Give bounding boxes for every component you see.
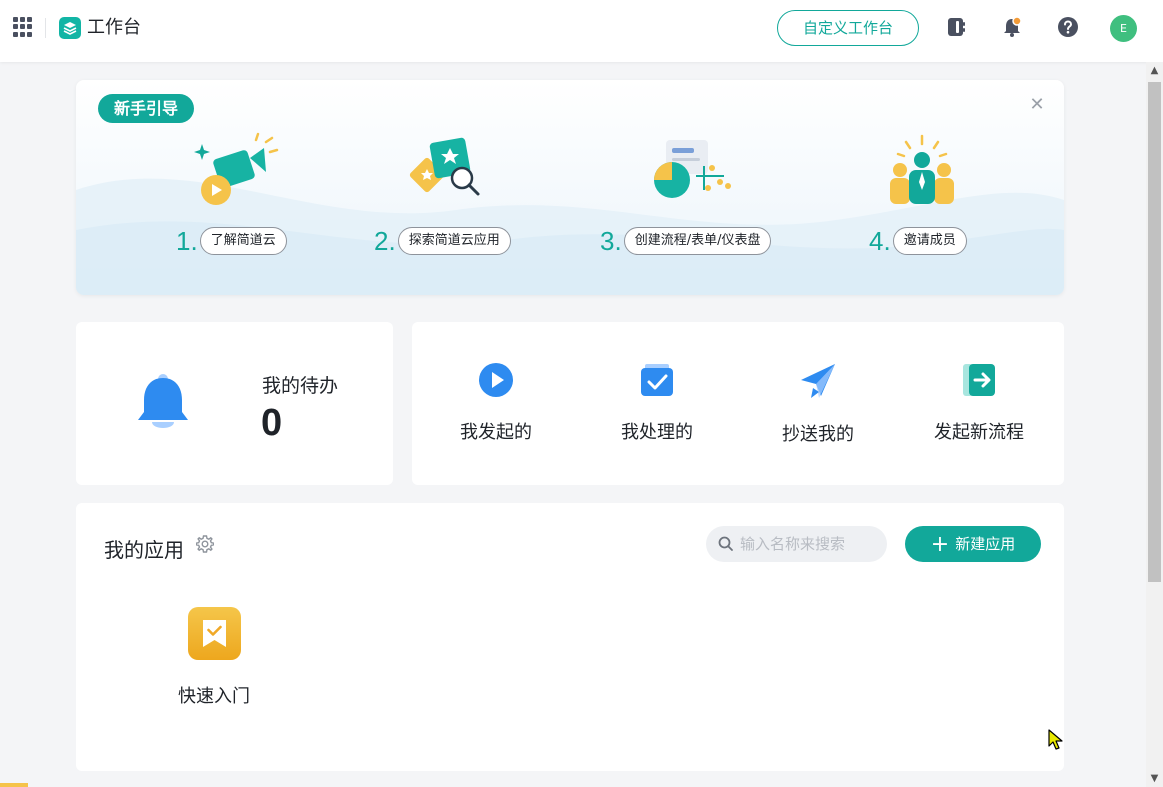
plus-icon: + bbox=[930, 532, 950, 557]
bell-icon[interactable] bbox=[1001, 16, 1023, 38]
new-app-label: 新建应用 bbox=[955, 535, 1016, 553]
guide-step-number: 4. bbox=[869, 226, 891, 256]
start-new-flow-button[interactable]: 发起新流程 bbox=[899, 362, 1059, 444]
action-label: 发起新流程 bbox=[934, 422, 1024, 443]
my-initiated-button[interactable]: 我发起的 bbox=[416, 362, 576, 444]
user-avatar[interactable]: E bbox=[1110, 15, 1137, 42]
top-bar: 工作台 自定义工作台 E bbox=[0, 0, 1163, 62]
paper-plane-icon bbox=[801, 364, 835, 398]
bottom-accent-bar bbox=[0, 783, 28, 787]
guide-badge: 新手引导 bbox=[98, 94, 194, 123]
action-label: 我处理的 bbox=[621, 422, 693, 443]
my-todo-card[interactable]: 我的待办 0 bbox=[76, 322, 393, 485]
close-icon[interactable]: ✕ bbox=[1028, 96, 1046, 114]
mouse-cursor-icon bbox=[1048, 729, 1063, 750]
app-tile-label: 快速入门 bbox=[178, 686, 250, 707]
app-search-input[interactable] bbox=[740, 533, 880, 555]
help-icon[interactable] bbox=[1057, 16, 1079, 38]
bookmark-check-icon bbox=[187, 607, 241, 660]
action-label: 我发起的 bbox=[460, 422, 532, 443]
guide-step-label: 邀请成员 bbox=[892, 227, 967, 255]
my-apps-card: 我的应用 + 新建应用 快速入门 bbox=[76, 503, 1064, 771]
address-book-icon[interactable] bbox=[945, 16, 967, 38]
check-box-icon bbox=[641, 364, 673, 396]
video-camera-illustration-icon bbox=[194, 132, 279, 205]
guide-step-number: 1. bbox=[176, 226, 198, 256]
guide-step-label: 创建流程/表单/仪表盘 bbox=[623, 227, 772, 255]
workspace-logo-icon bbox=[59, 17, 81, 39]
scroll-thumb[interactable] bbox=[1148, 82, 1161, 582]
guide-step-learn[interactable]: 1. 了解简道云 bbox=[176, 226, 287, 256]
process-actions-card: 我发起的 我处理的 抄送我的 发起新流程 bbox=[412, 322, 1064, 485]
scroll-down-arrow-icon[interactable]: ▼ bbox=[1146, 770, 1163, 787]
guide-step-number: 2. bbox=[374, 226, 396, 256]
play-circle-icon bbox=[479, 363, 513, 397]
search-icon bbox=[718, 536, 733, 551]
customize-workspace-button[interactable]: 自定义工作台 bbox=[777, 10, 919, 46]
cc-to-me-button[interactable]: 抄送我的 bbox=[738, 362, 898, 446]
onboarding-guide-card: 新手引导 ✕ 1. 了解简道云 2. 探索简道云应用 3. 创建流程/表单/仪表… bbox=[76, 80, 1064, 295]
new-app-button[interactable]: + 新建应用 bbox=[905, 526, 1041, 562]
my-processed-button[interactable]: 我处理的 bbox=[577, 362, 737, 444]
guide-step-create[interactable]: 3. 创建流程/表单/仪表盘 bbox=[600, 226, 772, 256]
page-scrollbar[interactable]: ▲ ▼ bbox=[1146, 62, 1163, 787]
todo-label: 我的待办 bbox=[262, 375, 339, 397]
apps-grid-icon[interactable] bbox=[13, 17, 33, 37]
apps-title: 我的应用 bbox=[104, 538, 184, 562]
invite-members-illustration-icon bbox=[890, 134, 954, 204]
bell-icon bbox=[138, 374, 188, 428]
header-divider bbox=[45, 18, 46, 38]
guide-step-label: 了解简道云 bbox=[199, 227, 287, 255]
app-search-box[interactable] bbox=[706, 526, 887, 562]
enter-flow-icon bbox=[963, 364, 995, 396]
guide-step-label: 探索简道云应用 bbox=[397, 227, 511, 255]
explore-apps-illustration-icon bbox=[409, 137, 480, 196]
todo-count: 0 bbox=[261, 402, 283, 444]
action-label: 抄送我的 bbox=[782, 424, 854, 445]
scroll-up-arrow-icon[interactable]: ▲ bbox=[1146, 62, 1163, 79]
guide-step-explore[interactable]: 2. 探索简道云应用 bbox=[374, 226, 511, 256]
app-title: 工作台 bbox=[87, 17, 141, 38]
create-flow-illustration-icon bbox=[654, 140, 731, 198]
guide-step-number: 3. bbox=[600, 226, 622, 256]
guide-step-invite[interactable]: 4. 邀请成员 bbox=[869, 226, 967, 256]
app-tile-quick-start[interactable]: 快速入门 bbox=[176, 605, 252, 708]
gear-icon[interactable] bbox=[196, 535, 214, 553]
